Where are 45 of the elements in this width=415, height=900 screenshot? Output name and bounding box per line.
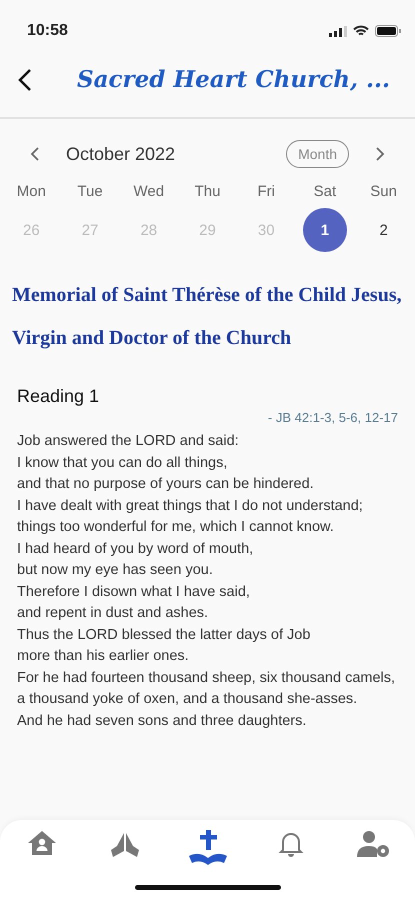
reading-line: Thus the LORD blessed the latter days of Job xyxy=(17,626,312,644)
reading-heading: Reading 1 xyxy=(17,386,100,407)
weekday-label: Mon xyxy=(16,183,47,200)
calendar-day[interactable]: 28 xyxy=(126,208,171,252)
calendar-day[interactable]: 1 xyxy=(302,208,347,252)
reading-reference: - JB 42:1-3, 5-6, 12-17 xyxy=(268,410,398,425)
next-month-icon[interactable] xyxy=(375,146,385,162)
reading-line: Job answered the LORD and said: xyxy=(17,432,240,451)
home-icon[interactable] xyxy=(26,830,56,856)
reading-line: more than his earlier ones. xyxy=(17,647,190,666)
status-time: 10:58 xyxy=(27,22,68,40)
calendar-day[interactable]: 27 xyxy=(68,208,112,252)
reading-line: I know that you can do all things, xyxy=(17,454,228,472)
reading-line: things too wonderful for me, which I cannot know. xyxy=(17,518,335,537)
weekday-label: Sun xyxy=(369,183,398,200)
calendar-day[interactable]: 29 xyxy=(185,208,230,252)
battery-icon xyxy=(375,25,401,37)
reading-line: I had heard of you by word of mouth, xyxy=(17,540,254,558)
reading-line: but now my eye has seen you. xyxy=(17,561,214,580)
church-title: Sacred Heart Church, ... xyxy=(77,66,390,93)
reading-line: For he had fourteen thousand sheep, six thousand camels, xyxy=(17,668,396,688)
cross-book-icon[interactable] xyxy=(186,830,228,868)
reading-line: And he had seven sons and three daughters. xyxy=(17,712,308,730)
reading-line: and that no purpose of yours can be hindered. xyxy=(17,475,315,494)
weekday-label: Sat xyxy=(312,183,338,200)
reading-line: a thousand yoke of oxen, and a thousand she-asses. xyxy=(17,690,358,709)
month-view-button[interactable]: Month xyxy=(286,140,349,168)
feast-title: Memorial of Saint Thérèse of the Child Jesus, Virgin and Doctor of the Church xyxy=(12,283,403,351)
month-label: October 2022 xyxy=(66,144,176,164)
signal-icon xyxy=(329,26,347,36)
reading-line: I have dealt with great things that I do not understand; xyxy=(17,496,364,516)
previous-month-icon[interactable] xyxy=(30,146,40,162)
back-icon[interactable] xyxy=(18,68,32,92)
reading-line: and repent in dust and ashes. xyxy=(17,604,210,623)
reading-line: Therefore I disown what I have said, xyxy=(17,582,251,602)
weekday-label: Thu xyxy=(194,183,222,200)
weekday-label: Fri xyxy=(256,183,276,200)
weekday-label: Tue xyxy=(76,183,104,200)
wifi-icon xyxy=(353,25,369,37)
calendar-day[interactable]: 26 xyxy=(9,208,54,252)
calendar-day[interactable]: 30 xyxy=(244,208,288,252)
calendar-day[interactable]: 2 xyxy=(362,208,406,252)
weekday-label: Wed xyxy=(132,183,166,200)
bell-icon[interactable] xyxy=(278,830,304,858)
user-settings-icon[interactable] xyxy=(356,830,390,858)
